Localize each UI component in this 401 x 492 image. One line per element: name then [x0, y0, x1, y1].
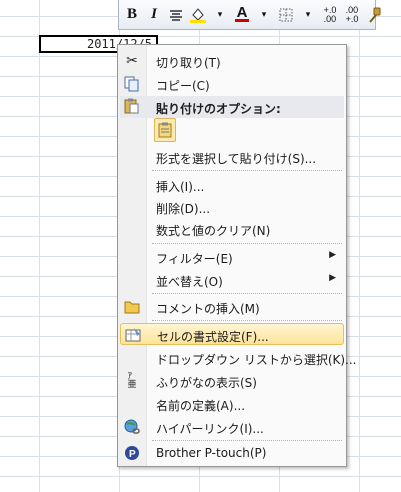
- menu-item-delete[interactable]: 削除(D)...: [120, 196, 344, 218]
- menu-item-brother-ptouch[interactable]: P Brother P-touch(P): [120, 442, 344, 464]
- copy-icon: [123, 75, 141, 93]
- fill-color-icon[interactable]: [189, 5, 207, 25]
- menu-separator: [152, 440, 342, 441]
- menu-item-label: セルの書式設定(F)...: [157, 330, 269, 344]
- furigana-icon: ｱ亜: [127, 372, 137, 390]
- menu-item-label: ハイパーリンク(I)...: [156, 422, 264, 436]
- bold-button[interactable]: B: [123, 5, 141, 25]
- menu-item-label: 数式と値のクリア(N): [156, 224, 271, 238]
- menu-item-label: コピー(C): [156, 79, 210, 93]
- menu-item-label: 名前の定義(A)...: [156, 399, 246, 413]
- menu-item-label: 削除(D)...: [156, 202, 211, 216]
- menu-item-clear-contents[interactable]: 数式と値のクリア(N): [120, 218, 344, 240]
- menu-separator: [152, 320, 342, 321]
- menu-item-define-name[interactable]: 名前の定義(A)...: [120, 393, 344, 415]
- comment-icon: [123, 298, 141, 316]
- menu-item-insert[interactable]: 挿入(I)...: [120, 174, 344, 196]
- font-color-bar: [235, 19, 249, 22]
- menu-item-format-cells[interactable]: セルの書式設定(F)...: [120, 323, 344, 345]
- menu-separator: [152, 243, 342, 244]
- menu-item-paste-special[interactable]: 形式を選択して貼り付け(S)...: [120, 146, 344, 168]
- ptouch-icon: P: [123, 444, 141, 462]
- menu-item-copy[interactable]: コピー(C): [120, 73, 344, 95]
- menu-item-label: Brother P-touch(P): [156, 446, 267, 460]
- menu-item-label: フィルター(E): [156, 252, 233, 266]
- increase-decimal-button[interactable]: +.0 .00: [321, 5, 339, 25]
- menu-item-label: 挿入(I)...: [156, 180, 205, 194]
- paste-option-button[interactable]: [154, 118, 176, 142]
- menu-item-label: 並べ替え(O): [156, 275, 223, 289]
- fill-color-dropdown-icon[interactable]: ▾: [211, 5, 229, 25]
- menu-item-label: 形式を選択して貼り付け(S)...: [156, 152, 317, 166]
- font-color-dropdown-icon[interactable]: ▾: [255, 5, 273, 25]
- menu-item-hyperlink[interactable]: ハイパーリンク(I)...: [120, 416, 344, 438]
- menu-item-sort[interactable]: 並べ替え(O) ▶: [120, 269, 344, 291]
- hyperlink-globe-icon: [123, 418, 141, 436]
- submenu-arrow-icon: ▶: [329, 273, 336, 283]
- menu-item-label: 切り取り(T): [156, 56, 221, 70]
- menu-header-paste-options: 貼り付けのオプション:: [120, 96, 344, 118]
- svg-text:P: P: [129, 449, 136, 460]
- scissors-icon: ✂: [126, 53, 138, 69]
- mini-toolbar: B I ▾ A ▾ ▾ +.0 .00 .00 +.0: [118, 0, 381, 30]
- center-align-icon[interactable]: [167, 5, 185, 25]
- menu-item-cut[interactable]: ✂ 切り取り(T): [120, 50, 344, 72]
- menu-item-label: ドロップダウン リストから選択(K)...: [156, 353, 357, 367]
- context-menu: ✂ 切り取り(T) コピー(C) 貼り付けのオプション: 形式を選択して貼り付け…: [117, 44, 357, 467]
- submenu-arrow-icon: ▶: [329, 250, 336, 260]
- font-color-glyph: A: [236, 4, 248, 21]
- clipboard-icon: [123, 98, 139, 117]
- italic-button[interactable]: I: [145, 5, 163, 25]
- menu-item-label: コメントの挿入(M): [156, 302, 260, 316]
- menu-separator: [152, 293, 342, 294]
- menu-item-insert-comment[interactable]: コメントの挿入(M): [120, 296, 344, 318]
- menu-item-pick-from-dropdown[interactable]: ドロップダウン リストから選択(K)...: [120, 347, 357, 369]
- menu-header-label: 貼り付けのオプション:: [156, 102, 281, 116]
- menu-item-show-furigana[interactable]: ｱ亜 ふりがなの表示(S): [120, 370, 344, 392]
- menu-item-filter[interactable]: フィルター(E) ▶: [120, 246, 344, 268]
- decrease-decimal-button[interactable]: .00 +.0: [343, 5, 361, 25]
- format-cells-icon: [124, 326, 142, 344]
- borders-dropdown-icon[interactable]: ▾: [299, 5, 317, 25]
- borders-icon[interactable]: [277, 5, 295, 25]
- menu-item-label: ふりがなの表示(S): [156, 376, 257, 390]
- menu-separator: [152, 170, 342, 171]
- font-color-button[interactable]: A: [233, 5, 251, 25]
- format-painter-icon[interactable]: [365, 5, 383, 25]
